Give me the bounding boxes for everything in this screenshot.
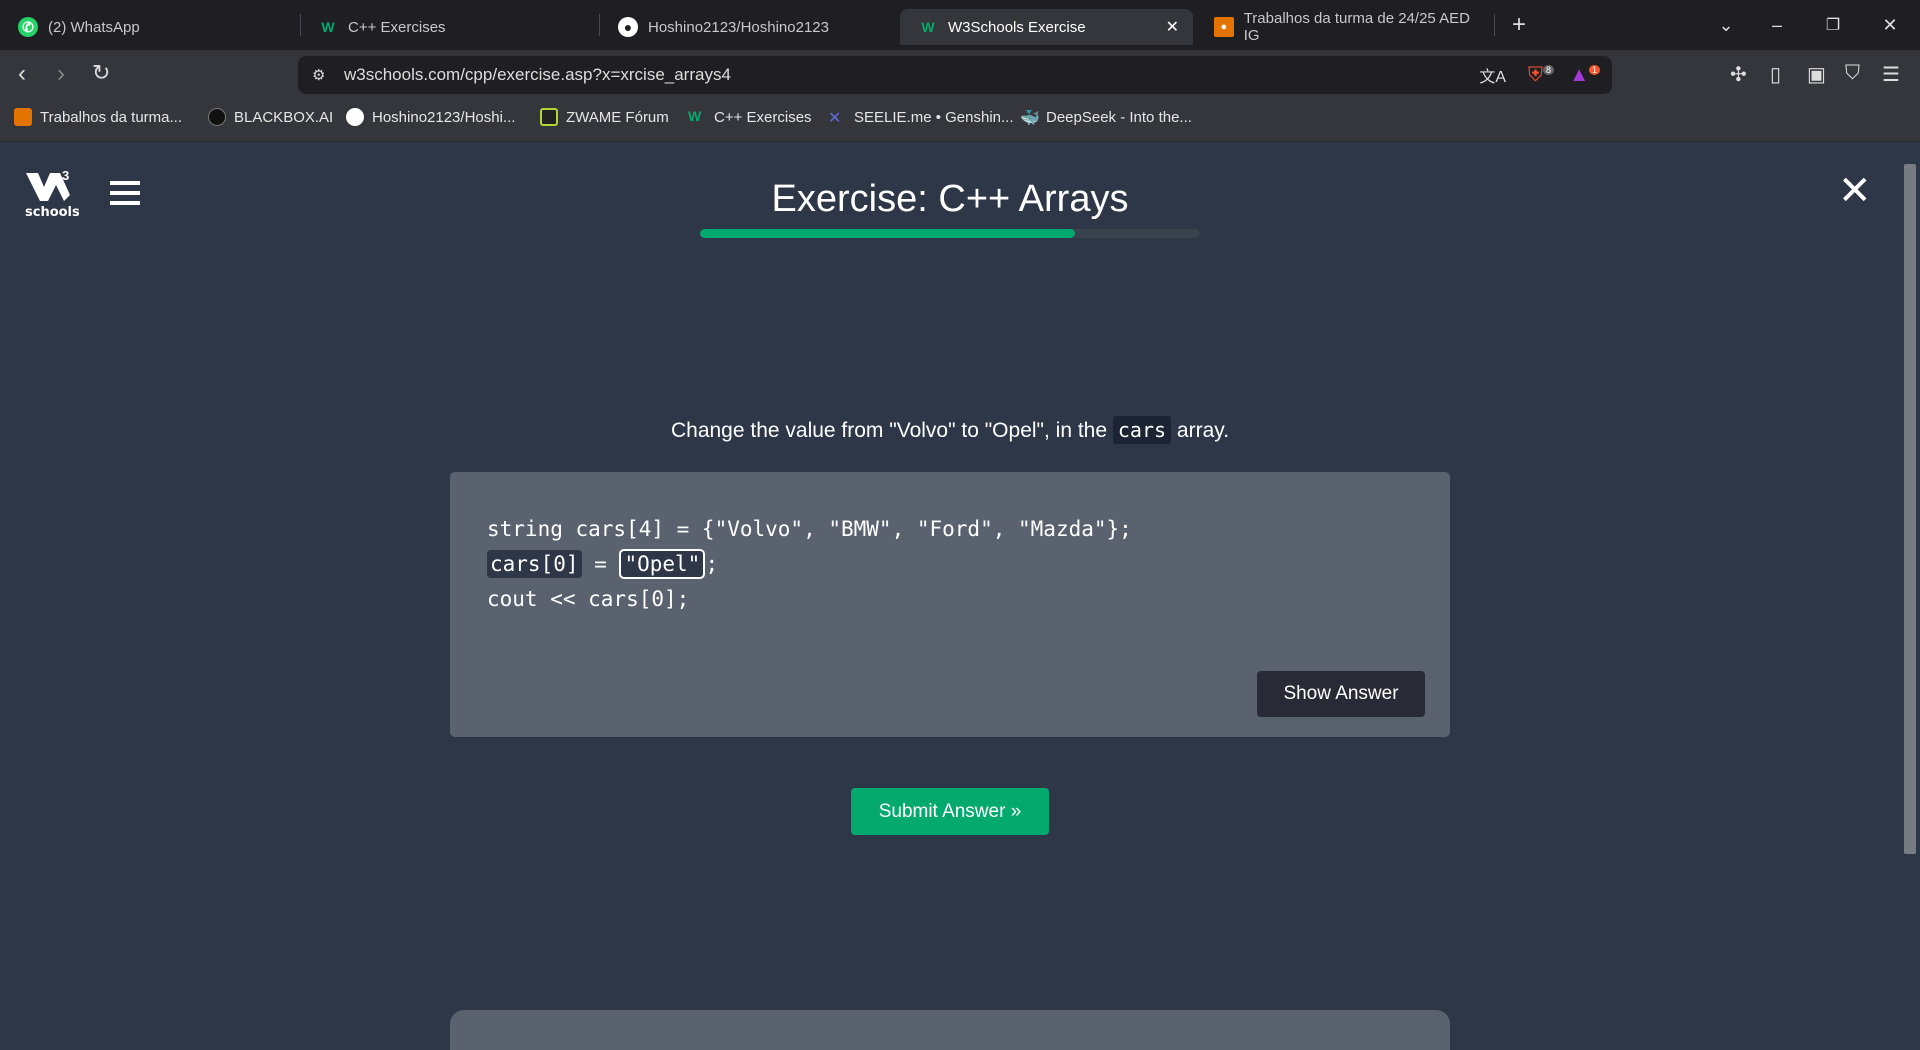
extensions-icon[interactable]: ✣	[1730, 62, 1747, 87]
tab-cpp-exercises[interactable]: W C++ Exercises	[300, 9, 600, 45]
submit-answer-button[interactable]: Submit Answer »	[851, 788, 1049, 835]
window-close-button[interactable]: ✕	[1870, 10, 1910, 40]
zwame-icon	[540, 108, 558, 126]
bookmark-seelie[interactable]: ✕ SEELIE.me • Genshin...	[828, 108, 1014, 128]
github-icon	[346, 108, 364, 126]
page-title: Exercise: C++ Arrays	[771, 178, 1129, 220]
bookmark-deepseek[interactable]: 🐳 DeepSeek - Into the...	[1020, 108, 1192, 128]
w3schools-icon: W	[921, 19, 935, 35]
w3schools-icon: W	[321, 19, 335, 35]
classroom-icon: ●	[1214, 17, 1234, 37]
progress-bar	[700, 229, 1200, 238]
blackbox-icon	[208, 108, 226, 126]
deepseek-icon: 🐳	[1020, 110, 1040, 127]
brave-shield-icon[interactable]: ⛨ 8	[1528, 64, 1554, 87]
scrollbar[interactable]	[1900, 142, 1920, 1030]
vpn-shield-icon[interactable]: ⛉	[1845, 62, 1860, 85]
instruction-text: Change the value from "Volvo" to "Opel",…	[670, 416, 1230, 444]
github-icon: ●	[618, 17, 638, 37]
sidebar-icon[interactable]: ▯	[1770, 62, 1781, 87]
translate-icon[interactable]: 文A	[1479, 63, 1506, 87]
tab-separator	[1494, 14, 1495, 36]
tab-w3schools-exercise[interactable]: W W3Schools Exercise ✕	[900, 9, 1193, 45]
site-settings-icon[interactable]: ⚙	[312, 66, 325, 84]
minimize-button[interactable]: –	[1757, 10, 1797, 40]
bookmark-classroom[interactable]: Trabalhos da turma...	[14, 108, 182, 126]
scrollbar-thumb[interactable]	[1904, 164, 1916, 854]
svg-text:3: 3	[62, 168, 69, 183]
svg-text:schools: schools	[25, 205, 79, 220]
bookmark-zwame[interactable]: ZWAME Fórum	[540, 108, 669, 126]
close-exercise-button[interactable]: ✕	[1838, 168, 1872, 214]
back-button[interactable]: ‹	[18, 60, 26, 88]
whatsapp-icon: ✆	[18, 17, 38, 37]
next-panel	[450, 1010, 1450, 1050]
menu-icon[interactable]: ☰	[1882, 62, 1900, 87]
hamburger-menu-button[interactable]	[110, 181, 140, 205]
code-box: string cars[4] = {"Volvo", "BMW", "Ford"…	[450, 472, 1450, 737]
code-highlight: cars[0]	[487, 550, 582, 578]
code-line-2: cars[0] = ;	[487, 549, 718, 579]
seelie-icon: ✕	[828, 110, 842, 127]
tab-github[interactable]: ● Hoshino2123/Hoshino2123	[600, 9, 900, 45]
reload-button[interactable]: ↻	[92, 60, 110, 86]
w3schools-icon: W	[688, 108, 702, 124]
tab-whatsapp[interactable]: ✆ (2) WhatsApp	[0, 9, 300, 45]
code-line-1: string cars[4] = {"Volvo", "BMW", "Ford"…	[487, 517, 1132, 541]
wallet-icon[interactable]: ▣	[1807, 62, 1826, 87]
code-line-3: cout << cars[0];	[487, 587, 690, 611]
show-answer-button[interactable]: Show Answer	[1257, 671, 1425, 717]
close-tab-icon[interactable]: ✕	[1166, 17, 1179, 37]
tab-classroom[interactable]: ● Trabalhos da turma de 24/25 AED IG	[1196, 9, 1486, 45]
bookmark-github[interactable]: Hoshino2123/Hoshi...	[346, 108, 515, 126]
bookmark-cpp-exercises[interactable]: W C++ Exercises	[688, 108, 812, 126]
bookmark-blackbox[interactable]: BLACKBOX.AI	[208, 108, 333, 126]
address-bar[interactable]: ⚙ w3schools.com/cpp/exercise.asp?x=xrcis…	[298, 56, 1612, 94]
tab-bar: ✆ (2) WhatsApp W C++ Exercises ● Hoshino212…	[0, 0, 1920, 50]
progress-fill	[700, 229, 1075, 238]
new-tab-button[interactable]: +	[1499, 10, 1539, 40]
brave-rewards-icon[interactable]: ▲ 1	[1569, 64, 1600, 87]
w3schools-logo[interactable]: 3 schools	[24, 165, 80, 220]
classroom-icon	[14, 108, 32, 126]
answer-input[interactable]	[619, 549, 706, 579]
keyword-code: cars	[1112, 416, 1172, 444]
tab-search-chevron-icon[interactable]: ⌄	[1706, 10, 1746, 40]
restore-button[interactable]: ❐	[1813, 10, 1853, 40]
forward-button[interactable]: ›	[57, 60, 65, 88]
